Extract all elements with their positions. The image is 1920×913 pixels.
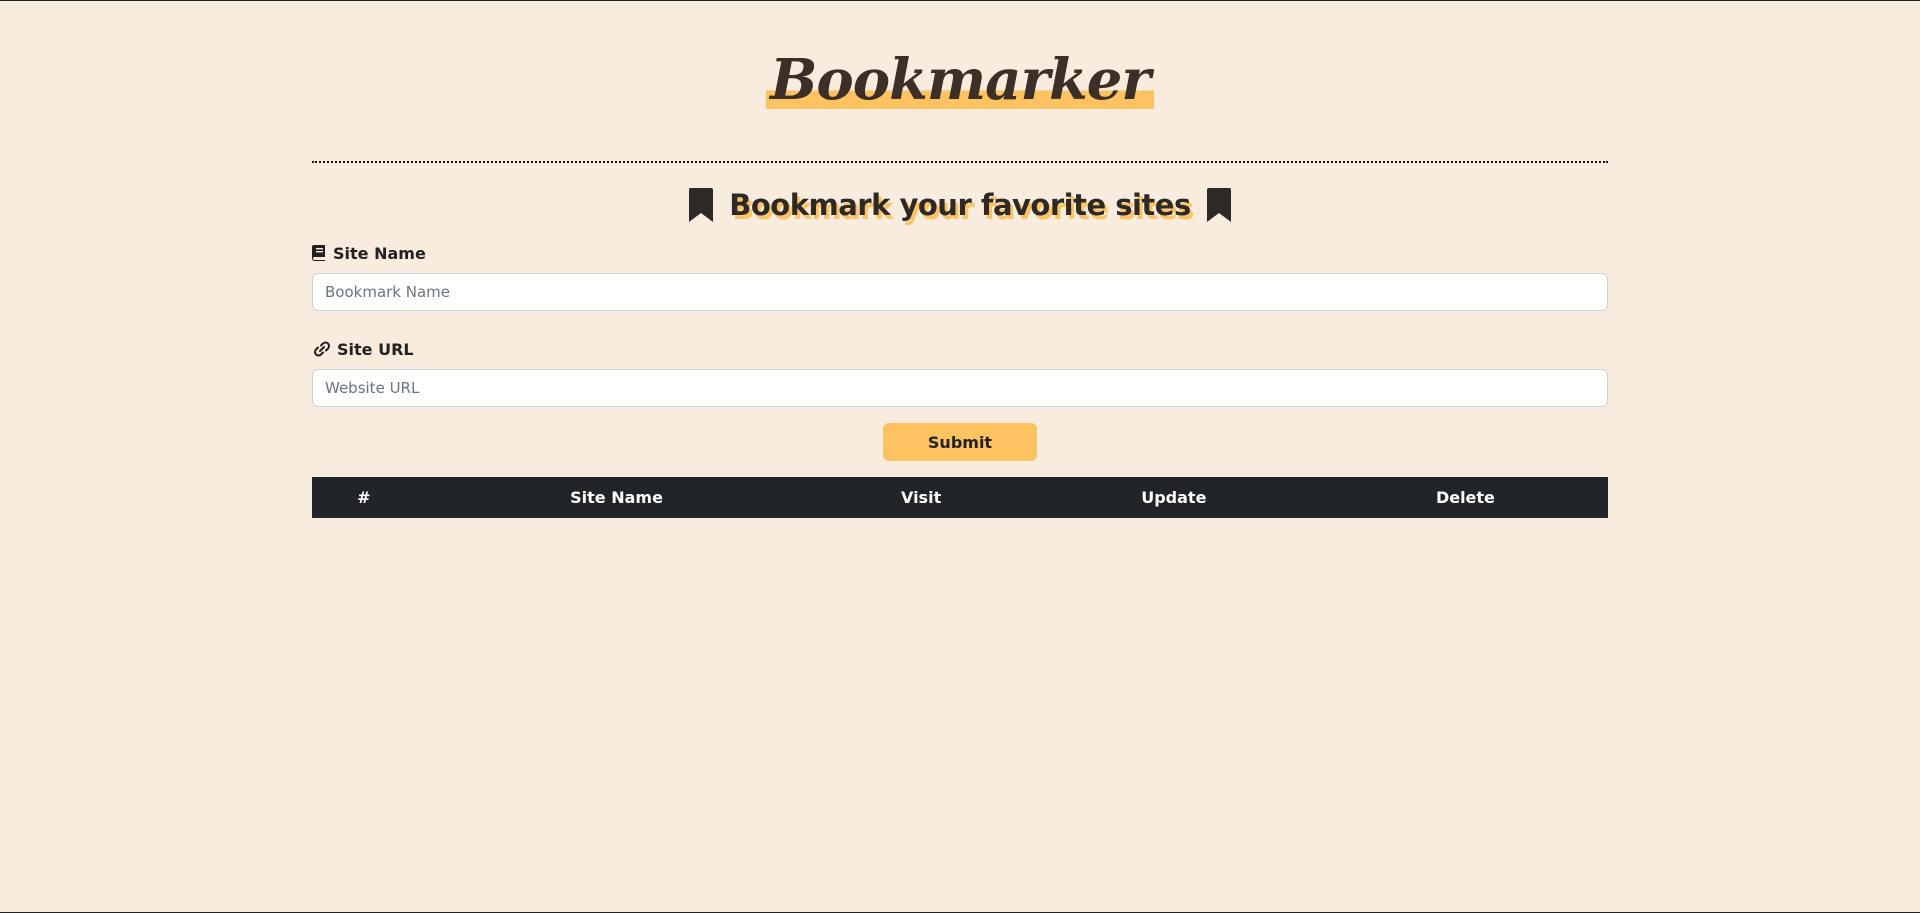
- header: Bookmarker: [312, 1, 1608, 161]
- book-icon: [312, 245, 328, 261]
- column-header-site-name: Site Name: [570, 488, 663, 507]
- site-url-label-text: Site URL: [337, 339, 414, 359]
- section-title: Bookmark your favorite sites: [729, 188, 1191, 222]
- column-header-delete: Delete: [1435, 488, 1495, 507]
- site-name-label: Site Name: [312, 243, 1608, 263]
- table-header: # Site Name Visit Update Delete: [312, 477, 1608, 518]
- column-header-index: #: [357, 488, 371, 507]
- bookmark-icon: [1206, 188, 1231, 222]
- submit-button[interactable]: Submit: [883, 423, 1037, 461]
- bookmark-icon: [689, 188, 714, 222]
- page-container: Bookmarker Bookmark your favorite sites: [312, 1, 1608, 518]
- site-url-field: Site URL: [312, 339, 1608, 407]
- link-icon: [312, 341, 332, 357]
- site-name-field: Site Name: [312, 243, 1608, 311]
- table-header-row: # Site Name Visit Update Delete: [312, 477, 1608, 518]
- column-header-visit: Visit: [900, 488, 942, 507]
- site-url-input[interactable]: [312, 369, 1608, 407]
- submit-row: Submit: [312, 423, 1608, 461]
- site-url-label: Site URL: [312, 339, 1608, 359]
- bookmarks-table: # Site Name Visit Update Delete: [312, 477, 1608, 518]
- brand-logo: Bookmarker: [766, 51, 1154, 109]
- column-header-update: Update: [1141, 488, 1207, 507]
- site-name-input[interactable]: [312, 273, 1608, 311]
- site-name-label-text: Site Name: [333, 243, 426, 263]
- section-heading: Bookmark your favorite sites: [312, 163, 1608, 243]
